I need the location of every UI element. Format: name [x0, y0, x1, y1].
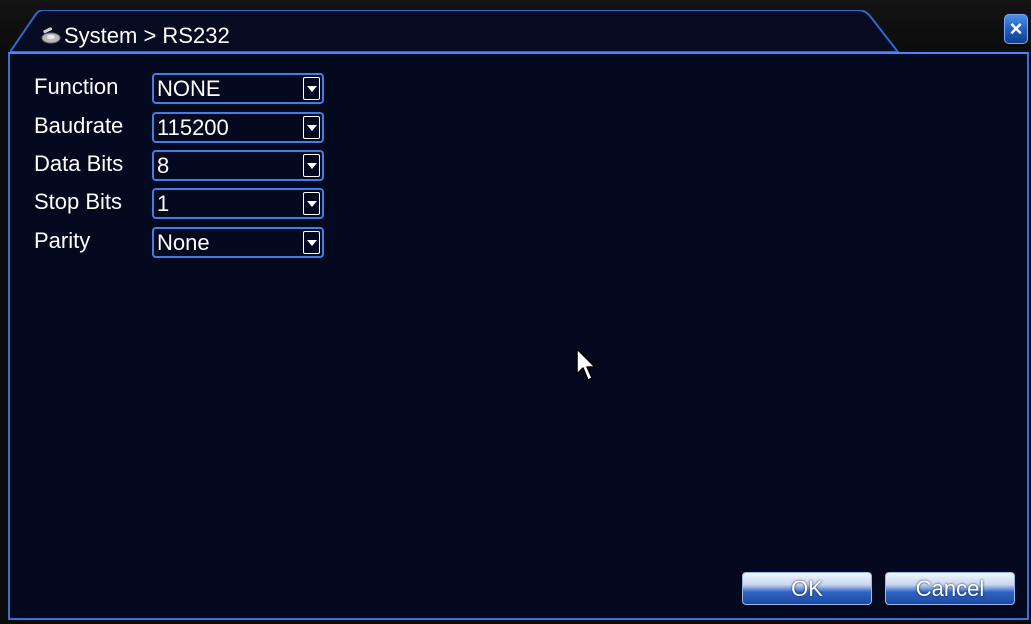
parity-select[interactable]: None [152, 227, 324, 258]
function-select[interactable]: NONE [152, 73, 324, 104]
rs232-dialog: System > RS232 × Function NONE Baudrate … [0, 0, 1031, 624]
chevron-down-icon[interactable] [303, 154, 320, 177]
close-icon: × [1009, 16, 1023, 41]
title-tab: System > RS232 [10, 10, 900, 52]
parity-label: Parity [34, 228, 91, 253]
parity-value: None [157, 230, 210, 255]
chevron-down-icon[interactable] [303, 192, 320, 215]
ok-button[interactable]: OK [742, 572, 872, 605]
stop-bits-label: Stop Bits [34, 189, 123, 214]
function-label: Function [34, 74, 119, 99]
window-title: System > RS232 [64, 23, 230, 48]
function-value: NONE [157, 76, 221, 101]
chevron-down-icon[interactable] [303, 116, 320, 139]
cancel-button[interactable]: Cancel [885, 572, 1015, 605]
baudrate-select[interactable]: 115200 [152, 112, 324, 143]
left-edge [0, 52, 8, 624]
title-bar: System > RS232 × [0, 0, 1031, 52]
data-bits-select[interactable]: 8 [152, 150, 324, 181]
bottom-edge [0, 620, 1031, 624]
baudrate-label: Baudrate [34, 113, 124, 138]
stop-bits-value: 1 [157, 191, 170, 216]
data-bits-label: Data Bits [34, 151, 124, 176]
chevron-down-icon[interactable] [303, 231, 320, 254]
stop-bits-select[interactable]: 1 [152, 188, 324, 219]
mouse-pointer-icon [575, 348, 599, 382]
chevron-down-icon[interactable] [303, 77, 320, 100]
baudrate-value: 115200 [157, 115, 229, 140]
close-button[interactable]: × [1004, 14, 1028, 44]
data-bits-value: 8 [157, 153, 170, 178]
system-gear-icon [40, 26, 62, 46]
